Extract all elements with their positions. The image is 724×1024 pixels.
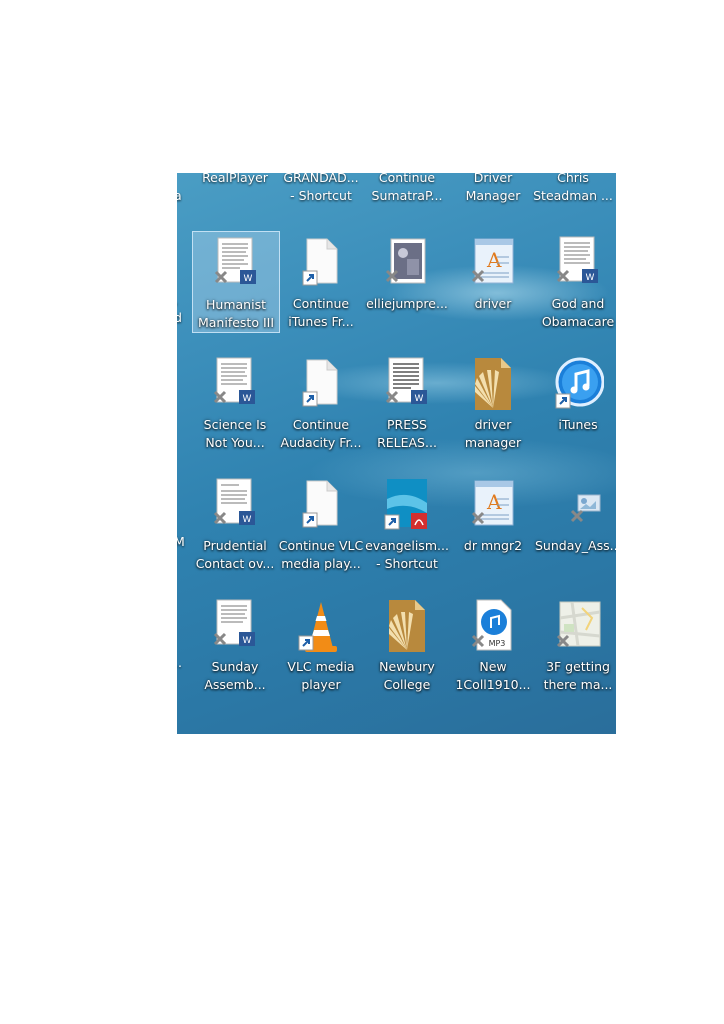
- map-file-icon: [552, 598, 604, 656]
- word-doc-icon: W: [209, 356, 261, 414]
- desktop-icon-driver-manager-file[interactable]: driver manager: [450, 352, 536, 452]
- mp3-file-icon: MP3: [467, 598, 519, 656]
- pdf-shortcut-icon: [381, 477, 433, 535]
- desktop-icon-continue-sumatra[interactable]: Continue SumatraP...: [364, 173, 450, 213]
- icon-label: Sunday_Ass...: [535, 538, 616, 553]
- cutoff-label: ,: [177, 291, 178, 309]
- text-file-icon: A: [467, 477, 519, 535]
- icon-label: PRESS: [387, 417, 427, 432]
- word-doc-icon: W: [210, 236, 262, 294]
- desktop-icon-realplayer[interactable]: RealPlayer: [192, 173, 278, 213]
- desktop-icon-new-1coll[interactable]: MP3 New 1Coll1910...: [450, 594, 536, 694]
- text-file-icon: A: [467, 235, 519, 293]
- desktop-icon-itunes[interactable]: iTunes: [535, 352, 616, 452]
- icon-label: Newbury: [379, 659, 435, 674]
- desktop-icon-continue-audacity[interactable]: Continue Audacity Fr...: [278, 352, 364, 452]
- desktop-icon-driver[interactable]: A driver: [450, 231, 536, 331]
- icon-label: God and: [551, 296, 605, 311]
- icon-label: driver: [474, 417, 512, 432]
- svg-text:MP3: MP3: [489, 639, 506, 648]
- icon-label: iTunes: [558, 417, 598, 432]
- word-doc-icon: W: [209, 598, 261, 656]
- icon-label: Prudential: [203, 538, 267, 553]
- desktop-icon-sunday-assembly[interactable]: W Sunday Assemb...: [192, 594, 278, 694]
- itunes-icon: [552, 356, 604, 414]
- cutoff-label: d: [177, 310, 182, 325]
- icon-label: Continue: [292, 417, 350, 432]
- desktop-icon-prudential-contact[interactable]: W Prudential Contact ov...: [192, 473, 278, 573]
- icon-label: driver: [474, 296, 512, 311]
- icon-label: Continue VLC: [278, 538, 364, 553]
- cutoff-label: ..: [177, 655, 182, 670]
- desktop-icon-press-release[interactable]: W PRESS RELEAS...: [364, 352, 450, 452]
- desktop-icon-newbury-college[interactable]: Newbury College: [364, 594, 450, 694]
- desktop-icon-elliejumpre[interactable]: elliejumpre...: [364, 231, 450, 331]
- burst-file-icon: [467, 356, 519, 414]
- desktop-icon-driver-manager[interactable]: Driver Manager: [450, 173, 536, 213]
- desktop-icon-continue-vlc[interactable]: Continue VLC media play...: [278, 473, 364, 573]
- svg-text:W: W: [586, 273, 595, 283]
- icon-label: 3F getting: [546, 659, 610, 674]
- icon-label: VLC media: [287, 659, 355, 674]
- desktop-icon-continue-itunes[interactable]: Continue iTunes Fr...: [278, 231, 364, 331]
- burst-file-icon: [381, 598, 433, 656]
- icon-label: Sunday: [211, 659, 259, 674]
- desktop-icon-evangelism-shortcut[interactable]: evangelism... - Shortcut: [364, 473, 450, 573]
- icon-label: Humanist: [206, 297, 266, 312]
- svg-text:W: W: [243, 515, 252, 525]
- blank-file-shortcut-icon: [295, 356, 347, 414]
- word-doc-icon: W: [209, 477, 261, 535]
- svg-text:A: A: [486, 490, 502, 514]
- vlc-icon: [295, 598, 347, 656]
- icon-label: Chris: [557, 173, 589, 185]
- desktop-icon-vlc-media-player[interactable]: VLC media player: [278, 594, 364, 694]
- svg-text:W: W: [415, 394, 424, 404]
- icon-label: Continue: [292, 296, 350, 311]
- photo-file-icon: [381, 235, 433, 293]
- desktop-background[interactable]: RealPlayer GRANDAD... - Shortcut Continue…: [177, 173, 616, 734]
- svg-text:W: W: [243, 394, 252, 404]
- word-doc-icon: W: [381, 356, 433, 414]
- desktop-icon-sunday-ass[interactable]: Sunday_Ass...: [535, 473, 616, 573]
- icon-label: Science Is: [203, 417, 267, 432]
- svg-text:W: W: [244, 274, 253, 284]
- word-doc-icon: W: [552, 235, 604, 293]
- desktop-icon-science-is[interactable]: W Science Is Not You...: [192, 352, 278, 452]
- icon-label: evangelism...: [365, 538, 449, 553]
- icon-label: Continue: [378, 173, 436, 185]
- svg-text:W: W: [243, 636, 252, 646]
- icon-label: elliejumpre...: [366, 296, 448, 311]
- desktop-icon-3f-getting-there[interactable]: 3F getting there ma...: [535, 594, 616, 694]
- small-image-icon: [552, 477, 604, 535]
- icon-label: New: [479, 659, 507, 674]
- icon-label: Driver: [473, 173, 513, 185]
- icon-label: GRANDAD...: [283, 173, 359, 185]
- svg-text:A: A: [486, 248, 502, 272]
- desktop-icon-dr-mngr2[interactable]: A dr mngr2: [450, 473, 536, 573]
- icon-label: RealPlayer: [202, 173, 268, 185]
- blank-file-shortcut-icon: [295, 477, 347, 535]
- cutoff-label: M: [177, 534, 185, 549]
- desktop-icon-chris-steadman[interactable]: Chris Steadman ...: [528, 173, 616, 213]
- cutoff-label: a: [177, 188, 182, 203]
- desktop-icon-god-and-obamacare[interactable]: W God and Obamacare: [535, 231, 616, 331]
- blank-file-shortcut-icon: [295, 235, 347, 293]
- desktop-icon-humanist-manifesto[interactable]: W Humanist Manifesto III: [192, 231, 280, 333]
- icon-label: dr mngr2: [463, 538, 523, 553]
- desktop-icon-grandad-shortcut[interactable]: GRANDAD... - Shortcut: [278, 173, 364, 213]
